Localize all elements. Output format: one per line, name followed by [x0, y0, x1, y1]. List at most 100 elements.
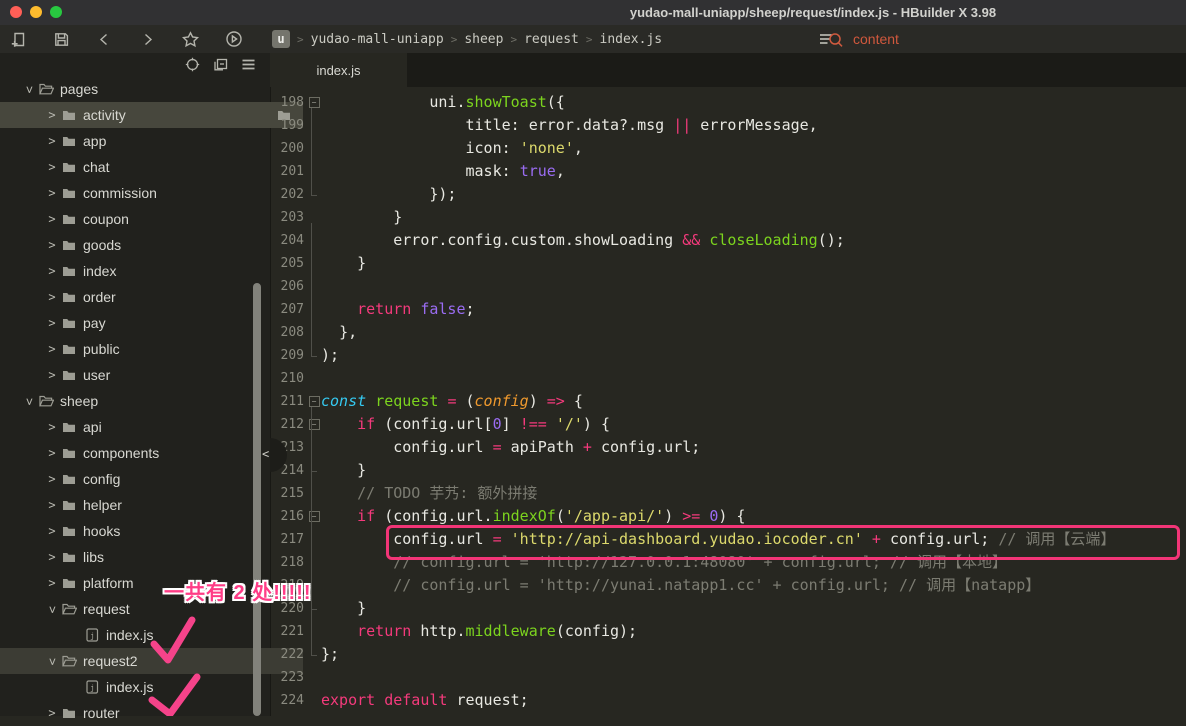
fold-marker-icon[interactable]: − [307, 97, 321, 108]
sidebar-scrollbar[interactable] [253, 283, 261, 716]
folder-open-icon [59, 655, 79, 667]
code-line-198[interactable]: 198− uni.showToast({ [270, 91, 1186, 114]
chevron-down-icon[interactable]: > [46, 603, 60, 617]
code-line-205[interactable]: 205 } [270, 252, 1186, 275]
code-line-212[interactable]: 212− if (config.url[0] !== '/') { [270, 413, 1186, 436]
chevron-right-icon[interactable]: > [45, 290, 59, 304]
tree-item-index[interactable]: >index [0, 258, 303, 284]
code-line-224[interactable]: 224export default request; [270, 689, 1186, 712]
chevron-right-icon[interactable]: > [45, 446, 59, 460]
code-line-199[interactable]: 199 title: error.data?.msg || errorMessa… [270, 114, 1186, 137]
chevron-right-icon[interactable]: > [45, 186, 59, 200]
search-input[interactable]: content [818, 25, 899, 53]
breadcrumb-item[interactable]: index.js [600, 32, 663, 47]
code-text: // config.url = 'http://127.0.0.1:48080'… [321, 551, 1007, 574]
chevron-right-icon[interactable]: > [45, 368, 59, 382]
code-line-201[interactable]: 201 mask: true, [270, 160, 1186, 183]
menu-icon[interactable] [241, 57, 256, 72]
code-line-210[interactable]: 210 [270, 367, 1186, 390]
close-button[interactable] [10, 6, 22, 18]
fold-marker-icon[interactable]: − [307, 511, 321, 522]
code-line-220[interactable]: 220 } [270, 597, 1186, 620]
line-number: 208 [270, 321, 307, 344]
code-line-200[interactable]: 200 icon: 'none', [270, 137, 1186, 160]
code-line-202[interactable]: 202 }); [270, 183, 1186, 206]
chevron-right-icon[interactable]: > [45, 316, 59, 330]
breadcrumb-item[interactable]: yudao-mall-uniapp [311, 32, 444, 47]
code-line-219[interactable]: 219 // config.url = 'http://yunai.natapp… [270, 574, 1186, 597]
tree-item-app[interactable]: >app [0, 128, 303, 154]
code-line-206[interactable]: 206 [270, 275, 1186, 298]
minimize-button[interactable] [30, 6, 42, 18]
tree-item-activity[interactable]: >activity [0, 102, 303, 128]
forward-button[interactable] [139, 31, 156, 48]
code-line-215[interactable]: 215 // TODO 芋艿: 额外拼接 [270, 482, 1186, 505]
breadcrumb: >yudao-mall-uniapp>sheep>request>index.j… [290, 32, 662, 47]
chevron-right-icon[interactable]: > [45, 576, 59, 590]
chevron-right-icon[interactable]: > [45, 420, 59, 434]
chevron-down-icon[interactable]: > [23, 395, 37, 409]
folder-icon [59, 213, 79, 225]
chevron-right-icon[interactable]: > [45, 160, 59, 174]
tree-item-pages[interactable]: >pages [0, 76, 280, 102]
chevron-right-icon[interactable]: > [45, 342, 59, 356]
code-line-208[interactable]: 208 }, [270, 321, 1186, 344]
folder-icon [59, 343, 79, 355]
line-number: 216 [270, 505, 307, 528]
tree-item-chat[interactable]: >chat [0, 154, 303, 180]
code-line-223[interactable]: 223 [270, 666, 1186, 689]
chevron-down-icon[interactable]: > [23, 83, 37, 97]
code-line-211[interactable]: 211−const request = (config) => { [270, 390, 1186, 413]
folder-icon [59, 707, 79, 719]
fold-marker-icon[interactable]: − [307, 419, 321, 430]
tree-item-goods[interactable]: >goods [0, 232, 303, 258]
code-text: mask: true, [321, 160, 565, 183]
fold-marker-icon[interactable]: − [307, 396, 321, 407]
chevron-right-icon[interactable]: > [45, 108, 59, 122]
zoom-button[interactable] [50, 6, 62, 18]
chevron-right-icon[interactable]: > [45, 212, 59, 226]
code-text: }, [321, 321, 357, 344]
save-button[interactable] [53, 31, 70, 48]
tree-item-sheep[interactable]: >sheep [0, 388, 280, 414]
tree-item-commission[interactable]: >commission [0, 180, 303, 206]
breadcrumb-separator-icon: > [510, 33, 517, 46]
code-line-218[interactable]: 218 // config.url = 'http://127.0.0.1:48… [270, 551, 1186, 574]
code-line-209[interactable]: 209); [270, 344, 1186, 367]
chevron-right-icon[interactable]: > [45, 472, 59, 486]
breadcrumb-item[interactable]: sheep [464, 32, 503, 47]
file-explorer-panel: >pages>activity>app>chat>commission>coup… [0, 53, 271, 716]
locate-file-icon[interactable] [185, 57, 200, 72]
chevron-right-icon[interactable]: > [45, 498, 59, 512]
chevron-right-icon[interactable]: > [45, 134, 59, 148]
new-file-button[interactable] [10, 31, 27, 48]
code-line-216[interactable]: 216− if (config.url.indexOf('/app-api/')… [270, 505, 1186, 528]
tab-index-js[interactable]: index.js [270, 53, 407, 87]
tree-item-coupon[interactable]: >coupon [0, 206, 303, 232]
code-line-207[interactable]: 207 return false; [270, 298, 1186, 321]
chevron-right-icon[interactable]: > [45, 264, 59, 278]
back-button[interactable] [96, 31, 113, 48]
code-line-203[interactable]: 203 } [270, 206, 1186, 229]
collapse-all-icon[interactable] [213, 57, 228, 72]
code-line-221[interactable]: 221 return http.middleware(config); [270, 620, 1186, 643]
code-line-222[interactable]: 222}; [270, 643, 1186, 666]
breadcrumb-separator-icon: > [297, 33, 304, 46]
code-area[interactable]: 198− uni.showToast({199 title: error.dat… [270, 87, 1186, 712]
chevron-right-icon[interactable]: > [45, 238, 59, 252]
favorite-button[interactable] [182, 31, 199, 48]
run-button[interactable] [225, 31, 242, 48]
js-file-icon: j [82, 680, 102, 694]
chevron-right-icon[interactable]: > [45, 524, 59, 538]
project-icon: u [272, 30, 290, 48]
code-line-214[interactable]: 214 } [270, 459, 1186, 482]
code-line-217[interactable]: 217 config.url = 'http://api-dashboard.y… [270, 528, 1186, 551]
breadcrumb-item[interactable]: request [524, 32, 579, 47]
tree-item-label: order [83, 289, 116, 305]
chevron-down-icon[interactable]: > [46, 655, 60, 669]
chevron-right-icon[interactable]: > [45, 550, 59, 564]
sidebar-toolbar [185, 57, 256, 72]
code-line-204[interactable]: 204 error.config.custom.showLoading && c… [270, 229, 1186, 252]
chevron-right-icon[interactable]: > [45, 706, 59, 720]
code-line-213[interactable]: 213 config.url = apiPath + config.url; [270, 436, 1186, 459]
